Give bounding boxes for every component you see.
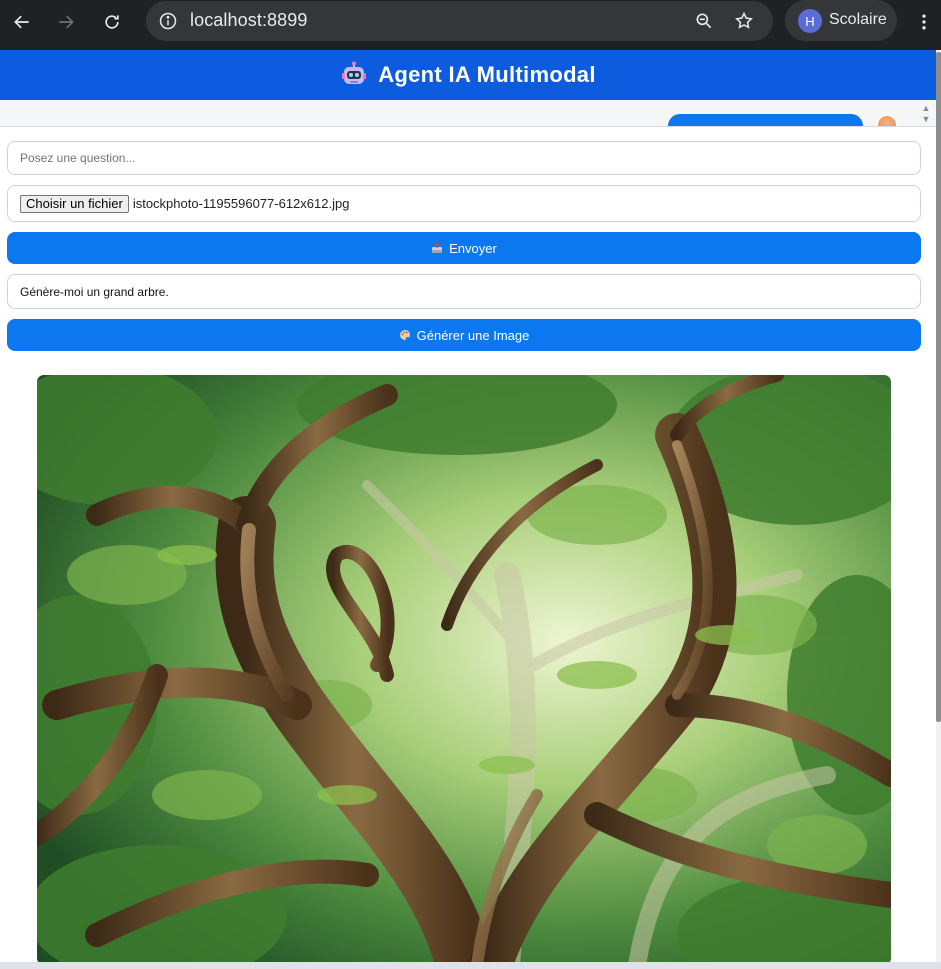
browser-toolbar: localhost:8899 H Scolaire bbox=[0, 0, 941, 50]
scroll-up-icon[interactable]: ▲ bbox=[922, 103, 931, 114]
palette-icon bbox=[399, 330, 410, 340]
question-input[interactable] bbox=[7, 141, 921, 175]
app-title: Agent IA Multimodal bbox=[378, 62, 596, 87]
profile-name: Scolaire bbox=[829, 11, 887, 28]
send-button[interactable]: Envoyer bbox=[7, 232, 921, 264]
choose-file-button[interactable]: Choisir un fichier bbox=[20, 194, 129, 213]
url-text[interactable]: localhost:8899 bbox=[190, 10, 308, 31]
send-button-label: Envoyer bbox=[449, 240, 497, 256]
kebab-menu-icon[interactable] bbox=[912, 8, 936, 36]
generate-button-label: Générer une Image bbox=[416, 327, 530, 343]
image-prompt-input[interactable] bbox=[7, 274, 921, 309]
selected-file-name: istockphoto-1195596077-612x612.jpg bbox=[132, 196, 350, 211]
zoom-icon[interactable] bbox=[691, 8, 717, 34]
generate-image-button[interactable]: Générer une Image bbox=[7, 319, 921, 351]
page-scrollbar-thumb[interactable] bbox=[936, 52, 941, 722]
avatar: H bbox=[798, 9, 822, 33]
window-bottom-edge bbox=[0, 962, 941, 969]
file-input[interactable]: Choisir un fichier istockphoto-119559607… bbox=[7, 185, 921, 222]
chat-history[interactable]: ▲ ▼ bbox=[0, 100, 936, 127]
robot-icon bbox=[342, 61, 367, 84]
user-message-bubble bbox=[668, 114, 863, 126]
star-icon[interactable] bbox=[731, 8, 757, 34]
back-arrow-icon[interactable] bbox=[8, 8, 36, 36]
profile-chip[interactable]: H Scolaire bbox=[785, 0, 897, 41]
user-avatar bbox=[876, 114, 898, 126]
address-bar[interactable]: localhost:8899 bbox=[146, 1, 773, 41]
forward-arrow-icon[interactable] bbox=[52, 8, 80, 36]
app-header: Agent IA Multimodal bbox=[0, 50, 936, 100]
outbox-icon bbox=[432, 242, 443, 253]
generated-tree-image bbox=[37, 375, 891, 965]
chat-scrollbar[interactable]: ▲ ▼ bbox=[916, 100, 936, 126]
page-scrollbar[interactable] bbox=[936, 50, 941, 965]
scroll-down-icon[interactable]: ▼ bbox=[922, 114, 931, 125]
info-icon[interactable] bbox=[154, 7, 182, 35]
reload-icon[interactable] bbox=[98, 8, 126, 36]
